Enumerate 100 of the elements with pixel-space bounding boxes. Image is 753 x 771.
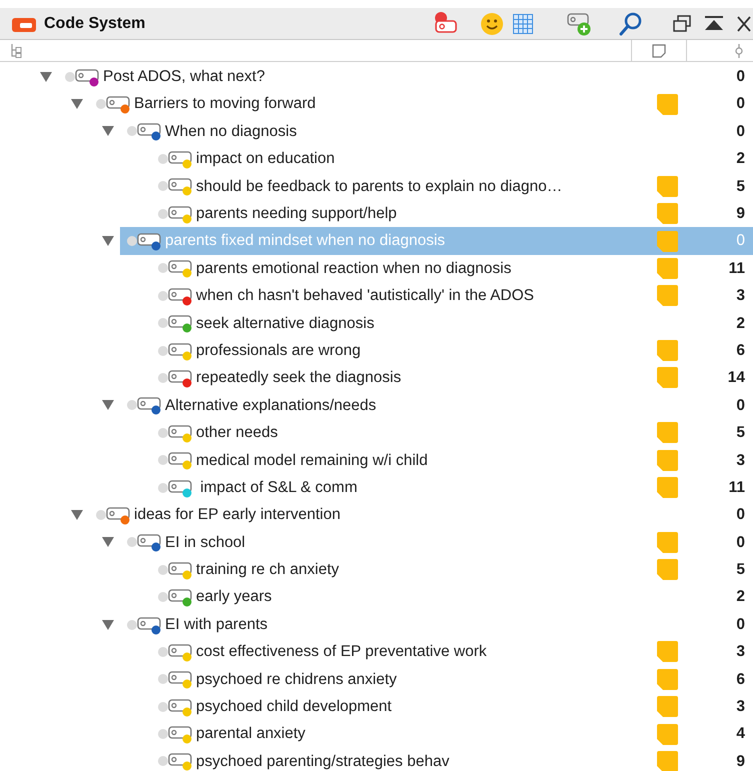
code-tag-icon — [168, 724, 194, 744]
code-row[interactable]: other needs 5 — [151, 419, 753, 446]
code-row[interactable]: impact on education 2 — [151, 145, 753, 173]
collapse-panel-icon[interactable] — [705, 16, 723, 32]
memo-icon[interactable] — [656, 422, 678, 444]
code-tag-icon — [168, 642, 194, 662]
coded-segments-count: 0 — [735, 532, 745, 553]
code-label: impact of S&L & comm — [199, 478, 358, 498]
coded-segments-count: 2 — [735, 314, 745, 334]
code-row[interactable]: repeatedly seek the diagnosis 14 — [151, 364, 753, 392]
smiley-icon[interactable] — [481, 12, 503, 34]
code-row[interactable]: professionals are wrong 6 — [151, 336, 753, 364]
coded-segments-count: 3 — [735, 450, 745, 471]
expand-triangle-icon[interactable] — [71, 99, 83, 110]
code-row[interactable]: parents needing support/help 9 — [151, 200, 753, 228]
code-tag-icon — [168, 148, 194, 169]
code-row[interactable]: When no diagnosis 0 — [120, 118, 753, 146]
memo-icon[interactable] — [656, 532, 678, 553]
coded-segments-count: 0 — [735, 614, 745, 635]
code-row[interactable]: Barriers to moving forward 0 — [89, 90, 753, 118]
code-row[interactable]: EI in school 0 — [120, 528, 753, 556]
close-icon[interactable] — [737, 16, 751, 32]
memo-icon[interactable] — [656, 696, 678, 718]
code-label: early years — [196, 587, 273, 608]
expand-triangle-icon[interactable] — [102, 126, 114, 136]
code-row[interactable]: parents emotional reaction when no diagnosis 11 — [151, 254, 753, 282]
code-row[interactable]: psychoed child development 3 — [151, 692, 753, 720]
new-code-icon[interactable] — [567, 12, 593, 36]
memo-icon[interactable] — [656, 203, 678, 224]
code-row[interactable]: Post ADOS, what next? 0 — [58, 63, 753, 90]
code-row[interactable]: EI with parents 0 — [120, 610, 753, 638]
code-row[interactable]: ideas for EP early intervention 0 — [89, 501, 753, 529]
code-tag-icon — [137, 532, 163, 552]
memo-icon[interactable] — [656, 176, 678, 197]
code-tag-icon — [168, 340, 194, 361]
memo-icon[interactable] — [656, 724, 678, 745]
memo-icon[interactable] — [656, 340, 678, 362]
code-label: psychoed child development — [196, 697, 393, 718]
coded-segments-count: 3 — [735, 697, 745, 718]
code-tag-icon — [137, 121, 163, 142]
tree-icon[interactable] — [10, 44, 22, 58]
window-title: Code System — [44, 14, 146, 34]
coded-segments-count: 2 — [735, 587, 745, 608]
code-tag-icon — [168, 258, 194, 278]
expand-triangle-icon[interactable] — [102, 236, 114, 246]
code-row[interactable]: impact of S&L & comm 11 — [151, 474, 753, 502]
memo-icon[interactable] — [656, 94, 678, 115]
code-row[interactable]: psychoed parenting/strategies behav 9 — [151, 748, 753, 771]
code-row[interactable]: when ch hasn't behaved 'autistically' in the ADOS 3 — [151, 282, 753, 310]
memo-icon[interactable] — [656, 668, 678, 690]
memo-icon[interactable] — [656, 230, 678, 252]
code-label: psychoed parenting/strategies behav — [196, 752, 450, 771]
code-system-icon — [12, 16, 36, 32]
code-label: parents needing support/help — [196, 204, 398, 224]
coded-segments-count: 9 — [735, 204, 745, 224]
memo-column-icon[interactable] — [652, 44, 666, 58]
memo-icon[interactable] — [656, 450, 678, 471]
expand-triangle-icon[interactable] — [40, 72, 52, 82]
code-tag-icon — [106, 504, 132, 525]
memo-icon[interactable] — [656, 641, 678, 662]
expand-triangle-icon[interactable] — [102, 400, 114, 410]
code-row[interactable]: Alternative explanations/needs 0 — [120, 392, 753, 420]
code-row[interactable]: medical model remaining w/i child 3 — [151, 446, 753, 474]
coded-segments-count: 6 — [735, 670, 745, 690]
tag-icon[interactable] — [433, 12, 459, 36]
code-tag-icon — [168, 368, 194, 388]
search-icon[interactable] — [619, 12, 643, 36]
grid-icon[interactable] — [513, 14, 533, 34]
pin-icon[interactable] — [735, 44, 743, 58]
code-label: parents emotional reaction when no diagnosis — [196, 258, 512, 279]
code-label: Alternative explanations/needs — [165, 396, 378, 416]
code-label: parents fixed mindset when no diagnosis — [165, 231, 446, 252]
memo-icon[interactable] — [656, 559, 678, 580]
code-tag-icon — [168, 478, 194, 498]
expand-triangle-icon[interactable] — [71, 510, 83, 520]
memo-icon[interactable] — [656, 258, 678, 279]
expand-triangle-icon[interactable] — [102, 537, 114, 548]
code-row[interactable]: should be feedback to parents to explain no diagno… 5 — [151, 172, 753, 200]
expand-triangle-icon[interactable] — [102, 620, 114, 630]
code-row[interactable]: seek alternative diagnosis 2 — [151, 310, 753, 337]
code-tag-icon — [106, 94, 132, 114]
coded-segments-count: 5 — [735, 176, 745, 197]
restore-window-icon[interactable] — [673, 14, 691, 32]
code-row[interactable]: early years 2 — [151, 583, 753, 611]
memo-icon[interactable] — [656, 477, 678, 498]
coded-segments-count: 0 — [735, 231, 745, 252]
code-row[interactable]: cost effectiveness of EP preventative work 3 — [151, 638, 753, 666]
code-tag-icon — [168, 286, 194, 306]
coded-segments-count: 3 — [735, 642, 745, 662]
code-row[interactable]: training re ch anxiety 5 — [151, 556, 753, 584]
code-row[interactable]: psychoed re chidrens anxiety 6 — [151, 666, 753, 693]
memo-icon[interactable] — [656, 750, 678, 771]
coded-segments-count: 0 — [735, 122, 745, 142]
code-row[interactable]: parental anxiety 4 — [151, 720, 753, 748]
memo-icon[interactable] — [656, 285, 678, 306]
code-label: When no diagnosis — [165, 122, 298, 142]
code-tag-icon — [168, 560, 194, 580]
code-tag-icon — [168, 176, 194, 196]
memo-icon[interactable] — [656, 367, 678, 388]
coded-segments-count: 5 — [735, 423, 745, 444]
